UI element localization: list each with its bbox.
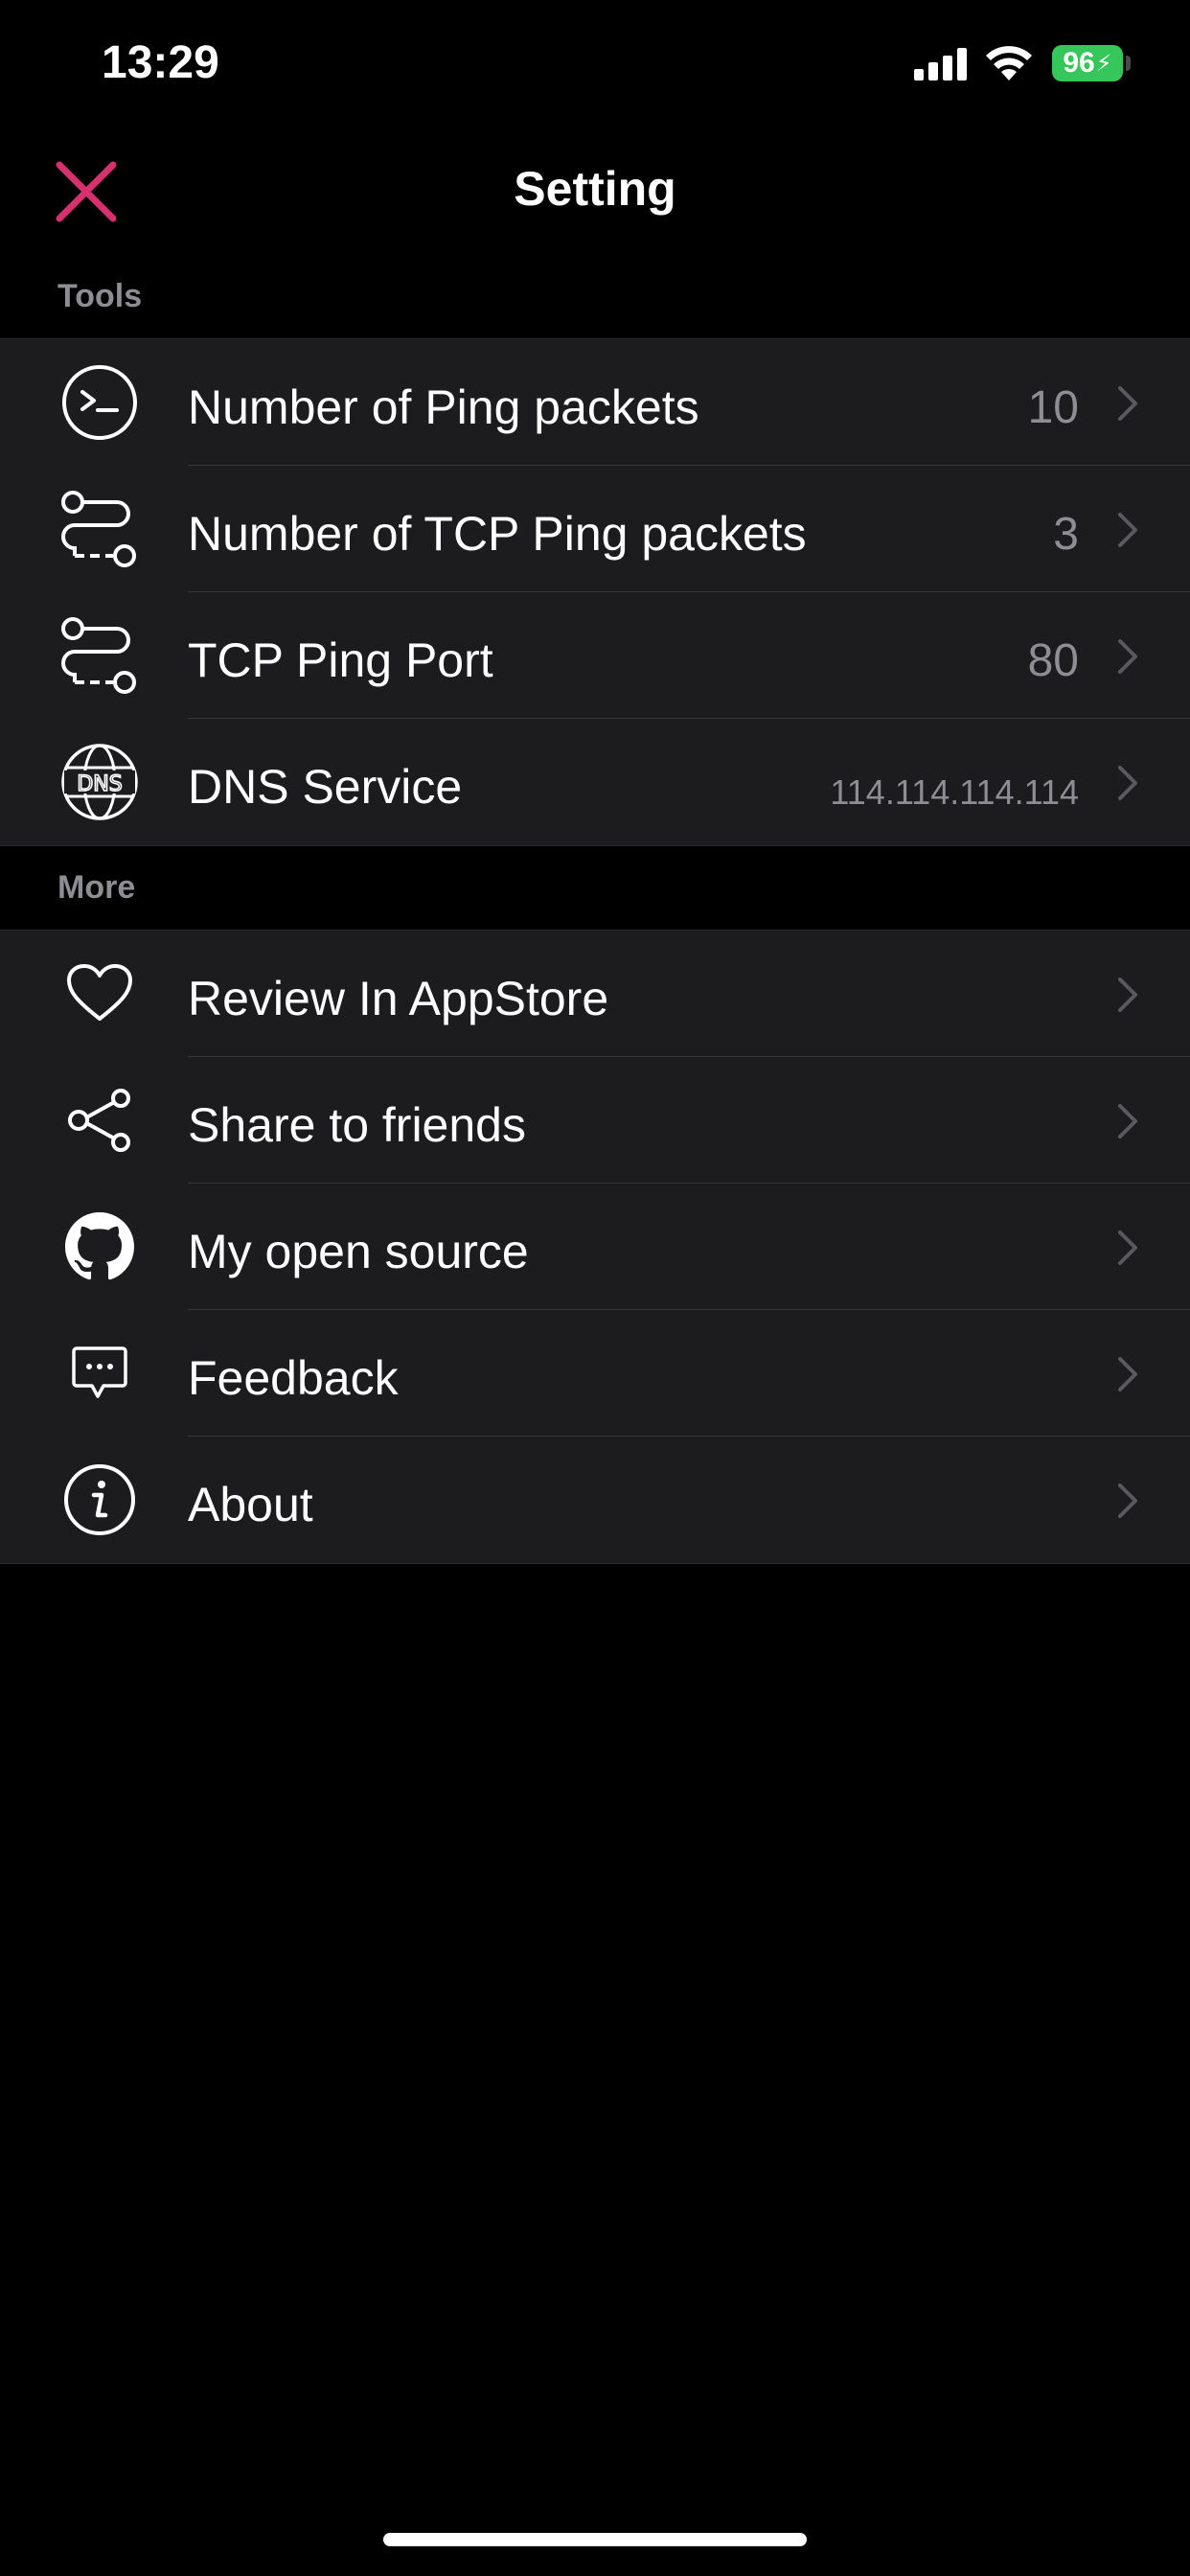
dns-globe-icon: DNS [57, 744, 142, 820]
row-label: About [188, 1478, 313, 1531]
chevron-right-icon [1118, 513, 1137, 547]
row-tcp-ping-port[interactable]: TCP Ping Port 80 [0, 592, 1190, 719]
chevron-right-icon [1118, 639, 1137, 674]
chevron-right-icon [1118, 1104, 1137, 1138]
battery-cap [1126, 56, 1131, 71]
battery-indicator: 96 ⚡ [1052, 45, 1123, 81]
row-value: 80 [1027, 635, 1079, 686]
wifi-icon [986, 46, 1032, 80]
row-dns-service[interactable]: DNS DNS Service 114.114.114.114 [0, 719, 1190, 845]
row-value: 114.114.114.114 [830, 772, 1079, 812]
row-value: 3 [1053, 509, 1079, 560]
row-label: TCP Ping Port [188, 633, 493, 687]
chat-bubble-icon [57, 1335, 142, 1412]
page-title: Setting [514, 162, 676, 216]
chevron-right-icon [1118, 386, 1137, 421]
row-feedback[interactable]: Feedback [0, 1310, 1190, 1437]
chevron-right-icon [1118, 1484, 1137, 1518]
row-label: Feedback [188, 1351, 399, 1405]
battery-level: 96 [1063, 47, 1095, 79]
row-review-appstore[interactable]: Review In AppStore [0, 931, 1190, 1057]
svg-text:DNS: DNS [77, 772, 122, 796]
row-label: Number of Ping packets [188, 380, 699, 434]
chevron-right-icon [1118, 978, 1137, 1012]
row-label: Number of TCP Ping packets [188, 507, 807, 561]
row-open-source[interactable]: My open source [0, 1184, 1190, 1310]
terminal-icon [57, 364, 142, 441]
github-icon [57, 1208, 142, 1285]
row-label: Share to friends [188, 1098, 526, 1152]
nav-bar: Setting [0, 134, 1190, 245]
tools-group: Number of Ping packets 10 Number of TCP … [0, 338, 1190, 846]
connection-icon [57, 617, 142, 694]
status-bar: 13:29 96 ⚡ [0, 0, 1190, 126]
row-about[interactable]: About [0, 1437, 1190, 1563]
row-label: Review In AppStore [188, 972, 609, 1025]
section-header-more: More [57, 869, 136, 906]
more-group: Review In AppStore Share to friends My o… [0, 930, 1190, 1564]
row-label: DNS Service [188, 760, 463, 814]
section-header-tools: Tools [57, 278, 143, 314]
home-indicator[interactable] [383, 2533, 807, 2546]
row-tcp-ping-packets[interactable]: Number of TCP Ping packets 3 [0, 466, 1190, 592]
row-share-friends[interactable]: Share to friends [0, 1057, 1190, 1184]
cellular-signal-icon [914, 48, 967, 80]
chevron-right-icon [1118, 1230, 1137, 1265]
row-value: 10 [1027, 382, 1079, 433]
charging-bolt-icon: ⚡ [1095, 50, 1112, 77]
chevron-right-icon [1118, 1357, 1137, 1392]
heart-icon [57, 955, 142, 1032]
status-time: 13:29 [102, 37, 219, 88]
chevron-right-icon [1118, 766, 1137, 800]
share-icon [57, 1082, 142, 1159]
row-ping-packets[interactable]: Number of Ping packets 10 [0, 339, 1190, 466]
row-label: My open source [188, 1225, 529, 1278]
info-icon [57, 1461, 142, 1538]
connection-icon [57, 491, 142, 567]
